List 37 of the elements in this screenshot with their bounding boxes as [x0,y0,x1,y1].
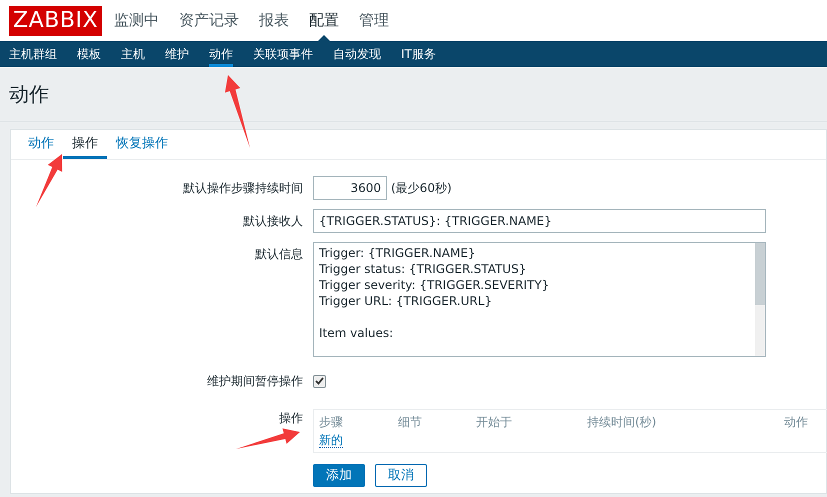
sub-menu-item[interactable]: 动作 [209,41,233,67]
form-button[interactable]: 添加 [313,464,365,487]
sub-menu-item[interactable]: 主机群组 [9,41,57,67]
tab[interactable]: 恢复操作 [107,130,177,159]
column-header: 细节 [398,414,423,431]
sub-menu-item[interactable]: IT服务 [401,41,436,67]
hint-text: (最少60秒) [391,180,452,197]
field-label: 默认接收人 [242,213,303,230]
field-label: 默认信息 [254,246,303,263]
column-header: 动作 [784,414,809,431]
top-menu-item[interactable]: 监测中 [114,9,160,32]
recipient-field[interactable]: {TRIGGER.STATUS}: {TRIGGER.NAME} [313,209,766,233]
form-button[interactable]: 取消 [375,464,427,487]
checkbox[interactable] [313,374,326,388]
field-label: 维护期间暂停操作 [206,373,303,390]
sub-menu-item[interactable]: 主机 [121,41,145,67]
top-menu-item[interactable]: 报表 [259,9,290,32]
sub-menu-item[interactable]: 模板 [77,41,101,67]
sub-menu-item[interactable]: 关联项事件 [253,41,313,67]
check-icon [315,377,324,385]
top-menu-item[interactable]: 资产记录 [179,9,240,32]
column-header: 持续时间(秒) [587,414,658,431]
tab[interactable]: 操作 [63,130,107,159]
page-title: 动作 [9,81,49,108]
logo[interactable]: ZABBIX [9,6,102,36]
field-label: 操作 [279,411,303,425]
duration-field[interactable]: 3600 [313,176,387,200]
new-link[interactable]: 新的 [319,433,343,448]
annotation-arrow [36,154,62,207]
annotation-arrow [236,428,300,449]
tab[interactable]: 动作 [19,130,63,159]
top-menu-item[interactable]: 管理 [359,9,390,32]
column-header: 步骤 [319,414,344,431]
field-label: 默认操作步骤持续时间 [182,180,303,197]
sub-menu-item[interactable]: 维护 [165,41,189,67]
sub-menu-item[interactable]: 自动发现 [333,41,381,67]
column-header: 开始于 [476,414,513,431]
